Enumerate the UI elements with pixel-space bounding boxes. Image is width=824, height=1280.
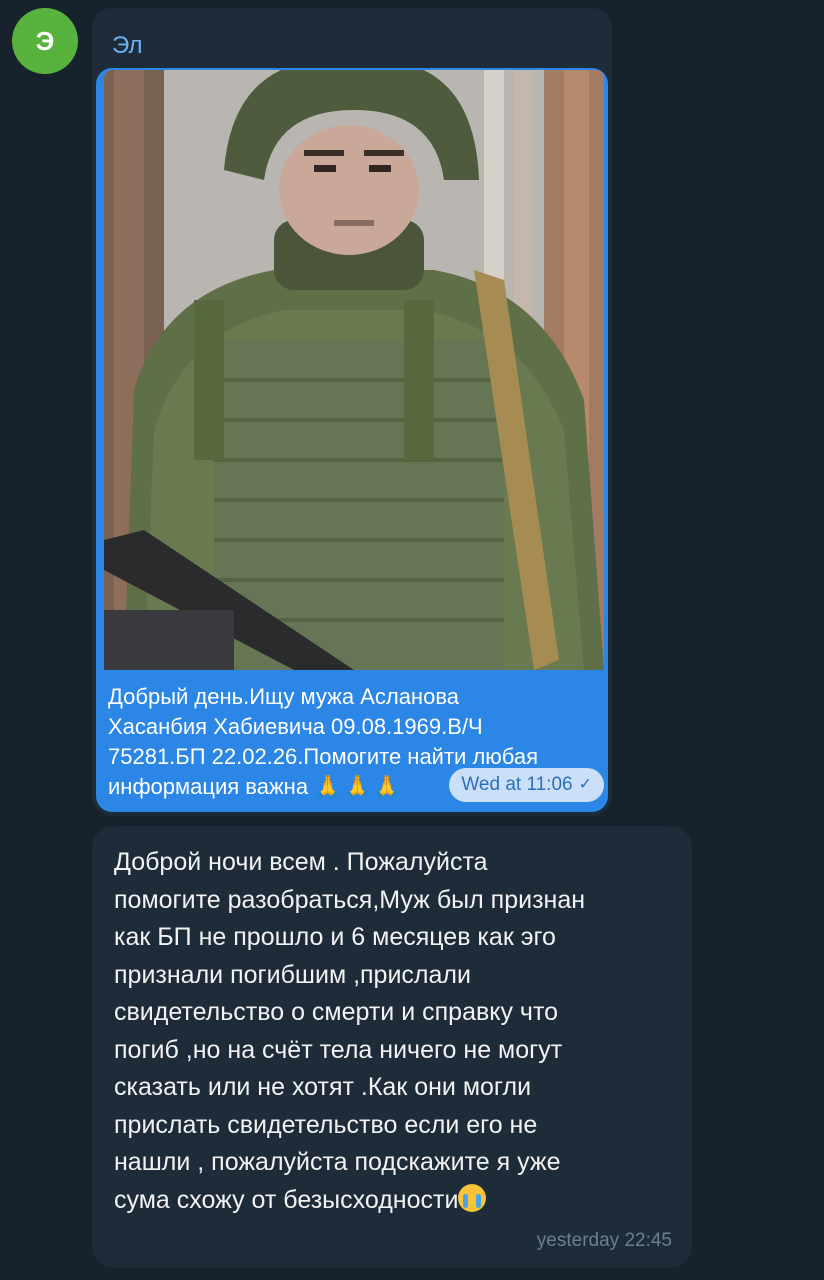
caption-line: Хасанбия Хабиевича 09.08.1969.В/Ч	[108, 714, 483, 739]
sender-name[interactable]: Эл	[112, 32, 142, 60]
caption-line-text: информация важна	[108, 774, 309, 799]
chat-view: Э Эл Добрый день.Ищу мужа Асланова Хасан…	[0, 0, 824, 1280]
message-photo[interactable]	[104, 70, 604, 670]
forwarded-time-text: Wed at 11:06	[461, 774, 573, 795]
avatar-letter: Э	[35, 25, 55, 56]
message-line-text: сума схожу от безысходности	[114, 1185, 459, 1214]
message-line: Доброй ночи всем . Пожалуйста	[114, 848, 488, 876]
forwarded-message-bubble[interactable]: Эл Добрый день.Ищу мужа Асланова Хасанби…	[92, 8, 612, 816]
forwarded-content[interactable]: Добрый день.Ищу мужа Асланова Хасанбия Х…	[96, 68, 608, 812]
text-message-bubble[interactable]: Доброй ночи всем . Пожалуйста помогите р…	[92, 826, 692, 1268]
message-text: Доброй ночи всем . Пожалуйста помогите р…	[114, 844, 682, 1219]
caption-line: Добрый день.Ищу мужа Асланова	[108, 684, 459, 709]
double-check-icon: ✓	[578, 776, 592, 793]
message-line: как БП не прошло и 6 месяцев как эго	[114, 923, 556, 951]
sender-avatar[interactable]: Э	[12, 8, 78, 74]
message-line: прислать свидетельство если его не	[114, 1110, 538, 1139]
message-line: погиб ,но на счёт тела ничего не могут	[114, 1035, 563, 1064]
message-line: свидетельство о смерти и справку что	[114, 998, 559, 1026]
message-line: помогите разобраться,Муж был признан	[114, 885, 586, 914]
message-timestamp: yesterday 22:45	[536, 1230, 672, 1251]
message-line: нашли , пожалуйста подскажите я уже	[114, 1148, 561, 1176]
message-line: признали погибшим ,прислали	[114, 960, 471, 989]
message-line: сказать или не хотят .Как они могли	[114, 1073, 532, 1101]
forwarded-timestamp: Wed at 11:06 ✓	[449, 768, 604, 802]
soldier-photo-image	[104, 70, 604, 670]
praying-hands-emoji: 🙏🙏🙏	[314, 774, 403, 799]
crying-face-emoji	[458, 1183, 487, 1212]
message-line-last: сума схожу от безысходности	[114, 1182, 682, 1220]
